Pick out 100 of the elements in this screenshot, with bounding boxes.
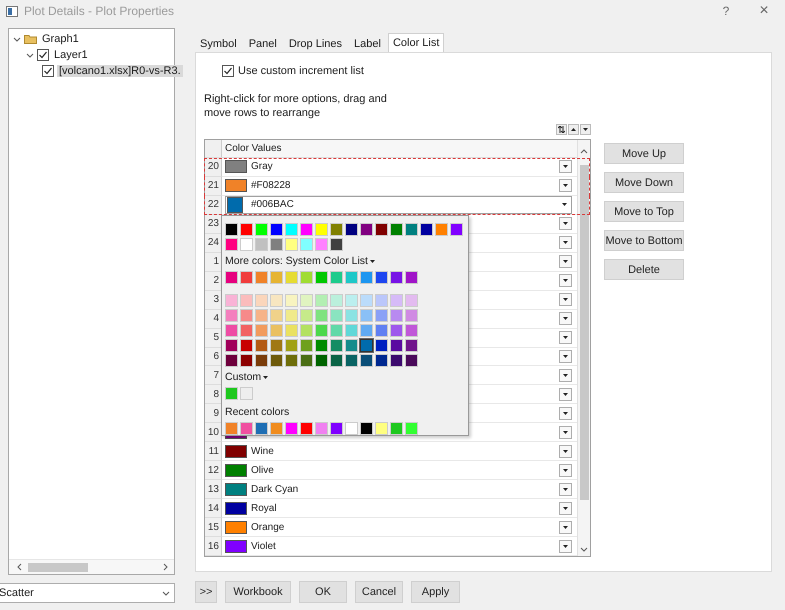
color-name: Olive — [251, 464, 275, 476]
color-name: #F08228 — [251, 180, 292, 192]
checkbox[interactable] — [222, 65, 234, 77]
chevron-icon — [13, 36, 21, 42]
sort-button[interactable] — [556, 124, 567, 135]
row-number: 16 — [205, 537, 222, 556]
caret-icon — [563, 392, 568, 396]
caret-icon — [563, 488, 568, 491]
list-action-button[interactable]: Move to Top — [604, 201, 684, 222]
dropdown-button[interactable] — [559, 160, 572, 174]
row-number: 22 — [205, 196, 222, 215]
custom-colors-menu[interactable]: Custom — [225, 371, 465, 383]
caret-icon — [563, 184, 568, 188]
tree-item[interactable]: Graph1 — [40, 33, 81, 45]
close-button[interactable]: × — [749, 2, 779, 20]
dropdown-button[interactable] — [559, 502, 572, 515]
scroll-up-button[interactable] — [568, 124, 579, 135]
expand-toggle[interactable] — [13, 36, 21, 42]
dropdown-button[interactable] — [559, 520, 572, 534]
caret-icon — [563, 222, 568, 226]
dropdown-button[interactable] — [559, 274, 572, 288]
expand-toggle[interactable] — [26, 52, 34, 58]
dropdown-button[interactable] — [559, 368, 572, 382]
row-number: 13 — [205, 480, 222, 500]
dropdown-button[interactable] — [559, 217, 572, 230]
dropdown-button[interactable] — [559, 312, 572, 326]
checkbox[interactable] — [42, 65, 54, 77]
tab[interactable]: Symbol — [195, 35, 242, 52]
caret-icon — [563, 430, 568, 434]
dialog-button[interactable]: Workbook — [225, 581, 291, 603]
dialog-button[interactable]: Cancel — [355, 581, 403, 603]
dropdown-button[interactable] — [559, 293, 572, 306]
dropdown-button[interactable] — [559, 406, 572, 420]
caret-icon — [562, 203, 567, 206]
chevron-down-icon — [580, 546, 588, 552]
window-title: Plot Details - Plot Properties — [24, 4, 176, 18]
color-swatch[interactable] — [360, 339, 373, 352]
caret-icon — [563, 260, 568, 264]
color-combobox[interactable]: #006BAC — [225, 196, 572, 214]
list-action-button[interactable]: Move to Bottom — [604, 230, 684, 251]
caret-icon — [563, 506, 568, 510]
folder-icon — [24, 34, 37, 44]
hint-text: Right-click for more options, drag and move rows to rearrange — [204, 92, 388, 120]
caret-icon — [563, 298, 568, 302]
caret-icon — [583, 128, 588, 131]
caret-icon — [563, 412, 568, 415]
app-icon — [6, 6, 18, 16]
dialog-button[interactable]: >> — [195, 581, 217, 603]
list-action-button[interactable]: Move Up — [604, 143, 684, 164]
color-name: Royal — [251, 502, 278, 514]
help-button[interactable]: ? — [711, 4, 741, 18]
dropdown-button[interactable] — [559, 464, 572, 477]
dialog-button[interactable]: Apply — [411, 581, 460, 603]
dropdown-button[interactable] — [559, 444, 572, 458]
dropdown-button[interactable] — [559, 540, 572, 553]
tab[interactable]: Panel — [244, 35, 282, 52]
tab[interactable]: Color List — [388, 33, 444, 52]
scroll-down-button[interactable] — [580, 124, 591, 135]
dropdown-button[interactable] — [559, 426, 572, 439]
color-name: #006BAC — [251, 199, 295, 210]
tab[interactable]: Label — [349, 35, 386, 52]
dropdown-button[interactable] — [559, 482, 572, 496]
tree-item[interactable]: Layer1 — [52, 49, 90, 61]
list-action-button[interactable]: Move Down — [604, 172, 684, 193]
row-number: 15 — [205, 518, 222, 538]
caret-icon — [563, 165, 568, 168]
row-number: 20 — [205, 158, 222, 177]
checkbox-label: Use custom increment list — [238, 65, 364, 77]
color-name: Violet — [251, 540, 277, 552]
horizontal-scrollbar[interactable] — [9, 559, 174, 574]
dropdown-button[interactable] — [559, 179, 572, 192]
chevron-icon — [162, 590, 170, 596]
row-number: 9 — [205, 404, 222, 424]
dropdown-button[interactable] — [559, 331, 572, 344]
row-number: 7 — [205, 366, 222, 386]
color-name: Wine — [251, 446, 275, 457]
row-number: 12 — [205, 461, 222, 480]
color-name: Dark Cyan — [251, 484, 300, 495]
dropdown-button[interactable] — [559, 255, 572, 268]
checkbox[interactable] — [37, 49, 49, 61]
tree-item[interactable]: [volcano1.xlsx]R0-vs-R3. — [57, 65, 183, 77]
dropdown-button[interactable] — [559, 388, 572, 401]
dropdown-button[interactable] — [559, 350, 572, 363]
caret-icon — [571, 128, 576, 131]
dropdown-button[interactable] — [559, 236, 572, 250]
row-number: 21 — [205, 176, 222, 196]
row-number: 14 — [205, 499, 222, 518]
caret-icon — [563, 468, 568, 472]
recent-colors-label: Recent colors — [225, 406, 290, 418]
caret-icon — [563, 336, 568, 340]
chevron-right-icon — [163, 563, 168, 571]
row-number: 10 — [205, 423, 222, 442]
list-action-button[interactable]: Delete — [604, 259, 684, 280]
vertical-scrollbar[interactable] — [577, 140, 590, 556]
more-colors-menu[interactable]: More colors: System Color List — [225, 255, 465, 267]
dialog-button[interactable]: OK — [299, 581, 347, 603]
tab[interactable]: Drop Lines — [284, 35, 348, 52]
chevron-icon — [26, 52, 34, 58]
chevron-up-icon — [580, 148, 588, 154]
row-number: 8 — [205, 385, 222, 404]
